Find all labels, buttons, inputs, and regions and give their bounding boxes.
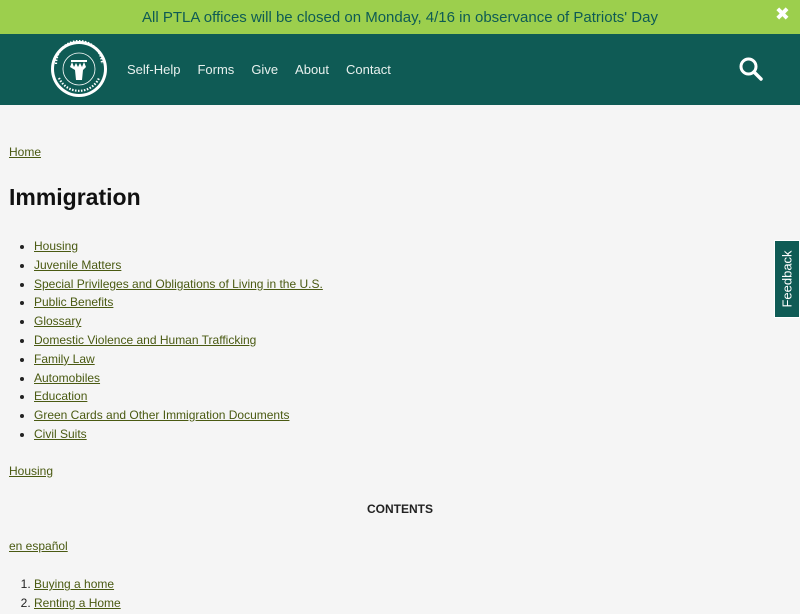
site-header: Self-Help Forms Give About Contact	[0, 34, 800, 105]
list-item: Special Privileges and Obligations of Li…	[34, 276, 323, 295]
pine-tree-legal-moose-logo-icon[interactable]	[50, 39, 108, 98]
list-item: Housing	[34, 238, 323, 257]
category-link-juvenile-matters[interactable]: Juvenile Matters	[34, 258, 121, 272]
list-item: Civil Suits	[34, 426, 323, 445]
alert-banner: All PTLA offices will be closed on Monda…	[0, 0, 800, 34]
nav-forms[interactable]: Forms	[197, 62, 234, 77]
main-nav: Self-Help Forms Give About Contact	[127, 34, 408, 105]
category-list: Housing Juvenile Matters Special Privile…	[9, 238, 323, 445]
toc-link-renting-a-home[interactable]: Renting a Home	[34, 596, 121, 610]
list-item: Green Cards and Other Immigration Docume…	[34, 407, 323, 426]
contents-heading: CONTENTS	[367, 502, 433, 516]
category-link-family-law[interactable]: Family Law	[34, 352, 95, 366]
feedback-tab[interactable]: Feedback	[774, 240, 800, 318]
list-item: Family Law	[34, 351, 323, 370]
list-item: Domestic Violence and Human Trafficking	[34, 332, 323, 351]
list-item: Education	[34, 388, 323, 407]
category-link-public-benefits[interactable]: Public Benefits	[34, 295, 113, 309]
table-of-contents: Buying a home Renting a Home	[9, 576, 121, 614]
list-item: Buying a home	[34, 576, 121, 595]
list-item: Public Benefits	[34, 294, 323, 313]
category-link-special-privileges[interactable]: Special Privileges and Obligations of Li…	[34, 277, 323, 291]
list-item: Glossary	[34, 313, 323, 332]
category-link-education[interactable]: Education	[34, 389, 87, 403]
alert-message: All PTLA offices will be closed on Monda…	[142, 8, 658, 26]
category-link-civil-suits[interactable]: Civil Suits	[34, 427, 87, 441]
list-item: Juvenile Matters	[34, 257, 323, 276]
nav-contact[interactable]: Contact	[346, 62, 391, 77]
section-link-housing[interactable]: Housing	[9, 464, 53, 478]
page-title: Immigration	[9, 184, 141, 210]
close-icon[interactable]: ✖	[775, 4, 790, 25]
category-link-green-cards[interactable]: Green Cards and Other Immigration Docume…	[34, 408, 289, 422]
language-link-spanish[interactable]: en español	[9, 539, 68, 553]
toc-link-buying-a-home[interactable]: Buying a home	[34, 577, 114, 591]
category-link-glossary[interactable]: Glossary	[34, 314, 81, 328]
nav-self-help[interactable]: Self-Help	[127, 62, 180, 77]
list-item: Renting a Home	[34, 595, 121, 614]
feedback-label: Feedback	[779, 250, 795, 308]
nav-about[interactable]: About	[295, 62, 329, 77]
search-icon[interactable]	[738, 56, 764, 82]
category-link-domestic-violence[interactable]: Domestic Violence and Human Trafficking	[34, 333, 256, 347]
breadcrumb-home[interactable]: Home	[9, 145, 41, 159]
nav-give[interactable]: Give	[251, 62, 278, 77]
category-link-housing[interactable]: Housing	[34, 239, 78, 253]
list-item: Automobiles	[34, 370, 323, 389]
category-link-automobiles[interactable]: Automobiles	[34, 371, 100, 385]
